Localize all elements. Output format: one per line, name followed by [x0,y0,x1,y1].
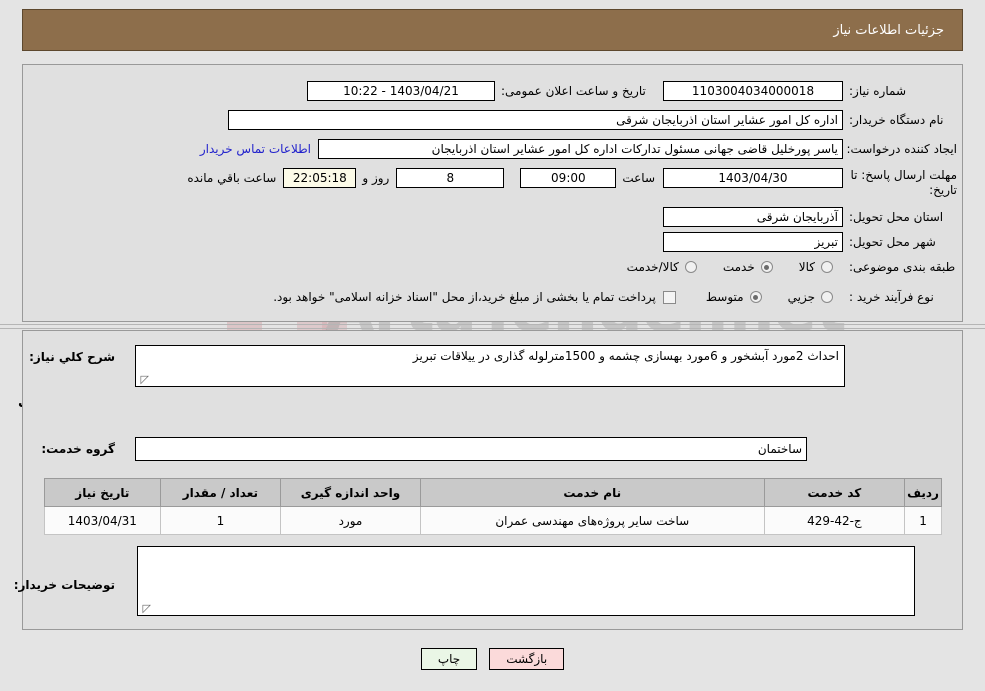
category-radio-khedmat[interactable] [760,261,773,273]
deadline-date-value: 1403/04/30 [663,168,843,188]
row-category: طبقه بندی موضوعی: کالا خدمت کالا/خدمت [627,260,957,274]
treasury-bond-option[interactable]: پرداخت تمام یا بخشی از مبلغ خرید،از محل … [273,290,676,304]
countdown-label: ساعت باقي مانده [187,171,277,185]
print-button[interactable]: چاپ [420,648,478,670]
process-option-jozei[interactable]: جزیي [788,290,833,304]
resize-grip-icon[interactable]: ◸ [139,374,149,385]
treasury-bond-checkbox[interactable] [662,290,676,304]
buyer-notes-textarea[interactable]: ◸ [137,546,915,616]
page-title: جزئیات اطلاعات نیاز [833,22,944,38]
category-label-khedmat: خدمت [722,260,755,274]
process-option-motavaset[interactable]: متوسط [706,290,762,304]
category-label-kala-khedmat: کالا/خدمت [626,260,679,274]
need-summary-value: احداث 2مورد آبشخور و 6مورد بهسازی چشمه و… [412,349,839,363]
cell-unit: مورد [280,506,421,535]
row-need-number: شماره نیاز: 1103004034000018 [663,81,957,101]
public-announcement-label: تاریخ و ساعت اعلان عمومی: [501,84,646,98]
row-public-announcement: تاریخ و ساعت اعلان عمومی: 1403/04/21 - 1… [307,81,661,101]
divider-bottom [0,328,985,329]
category-radio-kala[interactable] [821,261,833,273]
province-value: آذربایجان شرقی [663,207,843,227]
province-label: استان محل تحویل: [849,210,944,224]
process-label-motavaset: متوسط [705,290,744,304]
process-radio-jozei[interactable] [821,291,833,303]
days-label: روز و [362,171,390,185]
requester-value: یاسر پورخلیل قاضی جهانی مسئول تدارکات اد… [318,139,843,159]
divider-top [0,324,985,325]
row-deadline: مهلت ارسال پاسخ: تا تاریخ: 1403/04/30 سا… [187,168,957,198]
category-label-kala: کالا [798,260,815,274]
service-group-value[interactable]: ساختمان [135,437,807,461]
row-requester: ایجاد کننده درخواست: یاسر پورخلیل قاضی ج… [200,139,957,159]
public-announcement-value: 1403/04/21 - 10:22 [307,81,495,101]
th-service-name: نام خدمت [419,478,765,507]
row-process-type: نوع فرآیند خرید : جزیي متوسط پرداخت تمام… [273,290,957,304]
treasury-bond-label: پرداخت تمام یا بخشی از مبلغ خرید،از محل … [273,290,656,304]
back-button[interactable]: بازگشت [489,648,565,670]
city-label: شهر محل تحویل: [849,235,936,249]
buyer-contact-link[interactable]: اطلاعات تماس خریدار [200,142,311,156]
cell-need-date: 1403/04/31 [44,506,161,535]
category-option-kala[interactable]: کالا [799,260,833,274]
th-quantity: تعداد / مقدار [159,478,282,507]
th-service-code: کد خدمت [763,478,906,507]
buyer-org-value: اداره کل امور عشایر استان اذربایجان شرقی [228,110,843,130]
need-summary-textarea[interactable]: احداث 2مورد آبشخور و 6مورد بهسازی چشمه و… [135,345,845,387]
process-radio-motavaset[interactable] [749,291,762,303]
requester-label: ایجاد کننده درخواست: [846,142,957,156]
cell-quantity: 1 [159,506,282,535]
services-table: ردیف کد خدمت نام خدمت واحد اندازه گیری ت… [44,478,942,535]
process-label-jozei: جزیي [787,290,815,304]
row-city: شهر محل تحویل: تبریز [663,232,957,252]
remaining-days-value: 8 [396,168,505,188]
service-group-text: ساختمان [757,442,802,456]
need-number-label: شماره نیاز: [849,84,906,98]
city-value: تبریز [663,232,843,252]
deadline-label: مهلت ارسال پاسخ: تا تاریخ: [850,168,957,197]
footer-actions: بازگشت چاپ [0,648,985,670]
need-number-value: 1103004034000018 [663,81,843,101]
buyer-org-label: نام دستگاه خریدار: [849,113,944,127]
cell-service-code: ج-42-429 [763,506,906,535]
service-group-label: گروه خدمت: [41,442,115,456]
th-unit: واحد اندازه گیری [280,478,421,507]
row-buyer-org: نام دستگاه خریدار: اداره کل امور عشایر ا… [228,110,957,130]
category-option-khedmat[interactable]: خدمت [723,260,773,274]
page-header: جزئیات اطلاعات نیاز [22,9,963,51]
resize-grip-icon-notes[interactable]: ◸ [141,603,151,614]
buyer-notes-label: توضیحات خریدار: [13,578,115,592]
category-radio-kala-khedmat[interactable] [684,261,697,273]
deadline-time-value: 09:00 [520,168,617,188]
th-row: ردیف [904,478,942,507]
category-option-kala-khedmat[interactable]: کالا/خدمت [627,260,697,274]
process-label: نوع فرآیند خرید : [849,290,934,304]
hour-label: ساعت [622,171,655,185]
table-row: 1 ج-42-429 ساخت سایر پروژه‌های مهندسی عم… [44,506,942,535]
cell-row: 1 [904,506,942,535]
need-summary-label: شرح کلي نیاز: [29,350,115,364]
table-header-row: ردیف کد خدمت نام خدمت واحد اندازه گیری ت… [44,478,942,507]
countdown-value: 22:05:18 [283,168,357,188]
th-need-date: تاریخ نیاز [44,478,161,507]
cell-service-name: ساخت سایر پروژه‌های مهندسی عمران [419,506,765,535]
category-label: طبقه بندی موضوعی: [849,260,956,274]
row-province: استان محل تحویل: آذربایجان شرقی [663,207,957,227]
